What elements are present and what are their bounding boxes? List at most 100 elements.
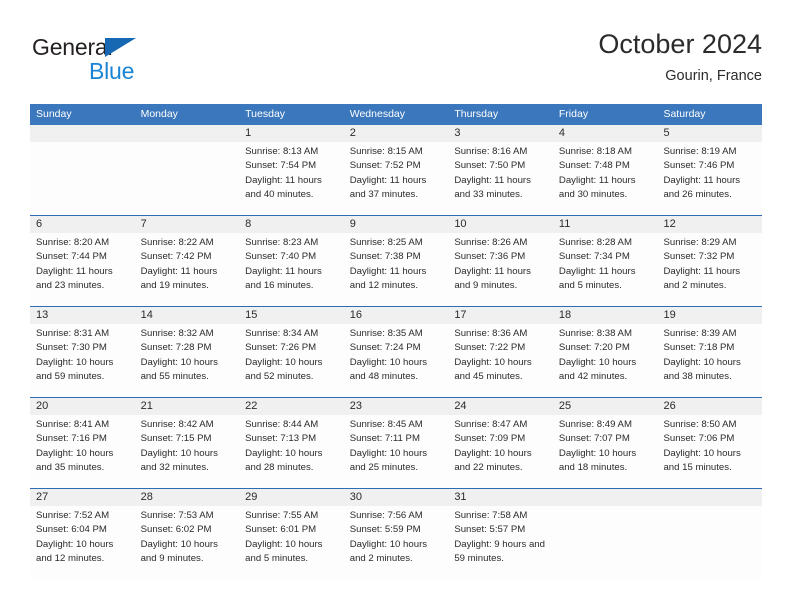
day-cell[interactable]: Sunrise: 8:49 AM Sunset: 7:07 PM Daylight:… (553, 415, 658, 488)
day-cell[interactable]: Sunrise: 8:34 AM Sunset: 7:26 PM Daylight:… (239, 324, 344, 397)
day-cell[interactable]: Sunrise: 8:22 AM Sunset: 7:42 PM Daylight:… (135, 233, 240, 306)
sunset-text: Sunset: 5:57 PM (454, 524, 526, 536)
day-number[interactable]: 24 (448, 398, 553, 415)
weekday-header-friday: Friday (558, 108, 589, 120)
day-cell[interactable]: Sunrise: 8:42 AM Sunset: 7:15 PM Daylight:… (135, 415, 240, 488)
page-subtitle-location: Gourin, France (665, 68, 762, 84)
day-cell[interactable]: Sunrise: 8:16 AM Sunset: 7:50 PM Daylight:… (448, 142, 553, 215)
day-cell[interactable]: Sunrise: 8:41 AM Sunset: 7:16 PM Daylight:… (30, 415, 135, 488)
daylight-text: Daylight: 10 hours and 15 minutes. (663, 447, 741, 473)
daylight-text: Daylight: 9 hours and 59 minutes. (454, 538, 545, 564)
day-cell[interactable]: Sunrise: 8:23 AM Sunset: 7:40 PM Daylight:… (239, 233, 344, 306)
day-number[interactable]: 18 (553, 307, 658, 324)
day-cell[interactable]: Sunrise: 8:29 AM Sunset: 7:32 PM Daylight:… (657, 233, 762, 306)
day-number[interactable]: 23 (344, 398, 449, 415)
daylight-text: Daylight: 11 hours and 37 minutes. (349, 174, 427, 200)
day-number[interactable]: 9 (344, 216, 449, 233)
day-number[interactable]: 19 (657, 307, 762, 324)
sunset-text: Sunset: 5:59 PM (349, 524, 421, 536)
day-cell[interactable]: Sunrise: 8:15 AM Sunset: 7:52 PM Daylight:… (344, 142, 449, 215)
sunset-text: Sunset: 7:48 PM (558, 160, 630, 172)
day-number[interactable]: 1 (239, 125, 344, 142)
day-number[interactable]: 25 (553, 398, 658, 415)
sunset-text: Sunset: 7:34 PM (558, 251, 630, 263)
sunrise-text: Sunrise: 8:29 AM (663, 237, 737, 248)
day-number[interactable]: 14 (135, 307, 240, 324)
calendar-grid: Sunday Monday Tuesday Wednesday Thursday… (30, 104, 762, 579)
daylight-text: Daylight: 10 hours and 25 minutes. (349, 447, 428, 473)
day-cell[interactable]: Sunrise: 8:38 AM Sunset: 7:20 PM Daylight:… (553, 324, 658, 397)
day-number[interactable]: 10 (448, 216, 553, 233)
calendar-week-row: 13 14 15 16 17 18 19 Sunrise: 8:31 AM Sunset: 7:… (30, 306, 762, 397)
day-cell[interactable]: Sunrise: 8:35 AM Sunset: 7:24 PM Daylight:… (344, 324, 449, 397)
day-cell[interactable]: Sunrise: 8:32 AM Sunset: 7:28 PM Daylight:… (135, 324, 240, 397)
day-number[interactable]: 27 (30, 489, 135, 506)
calendar-week-row: 27 28 29 30 31 Sunrise: 7:52 AM Sunset: 6:04 P… (30, 488, 762, 579)
day-cell[interactable]: Sunrise: 7:58 AM Sunset: 5:57 PM Daylight:… (448, 506, 553, 579)
sunset-text: Sunset: 7:44 PM (36, 251, 107, 263)
day-cell[interactable]: Sunrise: 7:55 AM Sunset: 6:01 PM Daylight:… (239, 506, 344, 579)
day-number-band: 6 7 8 9 10 11 12 (30, 216, 762, 233)
sunset-text: Sunset: 7:50 PM (454, 160, 526, 172)
day-number[interactable]: 21 (135, 398, 240, 415)
day-cell[interactable]: Sunrise: 8:45 AM Sunset: 7:11 PM Daylight:… (344, 415, 449, 488)
day-cell[interactable]: Sunrise: 8:18 AM Sunset: 7:48 PM Daylight:… (553, 142, 658, 215)
day-detail-band: Sunrise: 8:20 AM Sunset: 7:44 PM Daylight:… (30, 233, 762, 306)
general-blue-logo[interactable]: General Blue (32, 34, 162, 86)
day-cell[interactable]: Sunrise: 8:25 AM Sunset: 7:38 PM Daylight:… (344, 233, 449, 306)
day-number[interactable]: 8 (239, 216, 344, 233)
title-block: October 2024 Gourin, France (598, 28, 762, 86)
sunrise-text: Sunrise: 8:22 AM (140, 237, 214, 248)
daylight-text: Daylight: 10 hours and 42 minutes. (558, 356, 637, 382)
day-cell[interactable]: Sunrise: 8:44 AM Sunset: 7:13 PM Daylight:… (239, 415, 344, 488)
day-cell[interactable]: Sunrise: 8:26 AM Sunset: 7:36 PM Daylight:… (448, 233, 553, 306)
day-cell[interactable]: Sunrise: 8:50 AM Sunset: 7:06 PM Daylight:… (657, 415, 762, 488)
day-number[interactable]: 16 (344, 307, 449, 324)
sunrise-text: Sunrise: 8:36 AM (454, 328, 528, 339)
day-number[interactable]: 2 (344, 125, 449, 142)
day-cell[interactable]: Sunrise: 7:52 AM Sunset: 6:04 PM Daylight:… (30, 506, 135, 579)
sunrise-text: Sunrise: 8:47 AM (454, 419, 528, 430)
day-number[interactable]: 12 (657, 216, 762, 233)
sunrise-text: Sunrise: 8:44 AM (245, 419, 319, 430)
day-number[interactable]: 31 (448, 489, 553, 506)
day-cell[interactable]: Sunrise: 8:20 AM Sunset: 7:44 PM Daylight:… (30, 233, 135, 306)
day-number[interactable]: 30 (344, 489, 449, 506)
day-number[interactable]: 26 (657, 398, 762, 415)
day-number[interactable]: 3 (448, 125, 553, 142)
sunset-text: Sunset: 7:16 PM (36, 433, 107, 445)
sunrise-text: Sunrise: 8:19 AM (663, 146, 737, 157)
daylight-text: Daylight: 10 hours and 28 minutes. (245, 447, 323, 473)
sunset-text: Sunset: 7:32 PM (663, 251, 735, 263)
day-cell[interactable]: Sunrise: 7:53 AM Sunset: 6:02 PM Daylight:… (135, 506, 240, 579)
day-number-band: 27 28 29 30 31 (30, 489, 762, 506)
day-cell[interactable]: Sunrise: 8:13 AM Sunset: 7:54 PM Daylight:… (239, 142, 344, 215)
sunset-text: Sunset: 7:15 PM (140, 433, 212, 445)
day-number-empty (553, 489, 658, 506)
day-number[interactable]: 4 (553, 125, 658, 142)
day-cell[interactable]: Sunrise: 8:47 AM Sunset: 7:09 PM Daylight:… (448, 415, 553, 488)
page-title: October 2024 (598, 29, 762, 59)
daylight-text: Daylight: 10 hours and 9 minutes. (140, 538, 218, 564)
day-number[interactable]: 17 (448, 307, 553, 324)
day-number[interactable]: 22 (239, 398, 344, 415)
day-number[interactable]: 29 (239, 489, 344, 506)
day-number[interactable]: 7 (135, 216, 240, 233)
day-number[interactable]: 20 (30, 398, 135, 415)
day-cell[interactable]: Sunrise: 7:56 AM Sunset: 5:59 PM Daylight:… (344, 506, 449, 579)
day-cell[interactable]: Sunrise: 8:31 AM Sunset: 7:30 PM Daylight:… (30, 324, 135, 397)
day-number[interactable]: 15 (239, 307, 344, 324)
day-number[interactable]: 6 (30, 216, 135, 233)
day-number[interactable]: 5 (657, 125, 762, 142)
day-cell[interactable]: Sunrise: 8:28 AM Sunset: 7:34 PM Daylight:… (553, 233, 658, 306)
weekday-header-thursday: Thursday (454, 108, 499, 120)
day-number[interactable]: 11 (553, 216, 658, 233)
daylight-text: Daylight: 11 hours and 5 minutes. (558, 265, 636, 291)
day-number[interactable]: 28 (135, 489, 240, 506)
sunrise-text: Sunrise: 8:45 AM (349, 419, 423, 430)
day-cell[interactable]: Sunrise: 8:19 AM Sunset: 7:46 PM Daylight:… (657, 142, 762, 215)
day-number[interactable]: 13 (30, 307, 135, 324)
day-cell[interactable]: Sunrise: 8:39 AM Sunset: 7:18 PM Daylight:… (657, 324, 762, 397)
day-cell[interactable]: Sunrise: 8:36 AM Sunset: 7:22 PM Daylight:… (448, 324, 553, 397)
daylight-text: Daylight: 10 hours and 45 minutes. (454, 356, 532, 382)
